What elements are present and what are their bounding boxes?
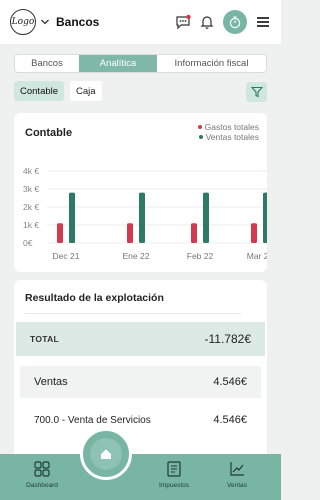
y-tick-label: 1k € [23,220,39,230]
nav-dashboard-label: Dashboard [26,482,58,489]
results-title: Resultado de la explotación [25,292,164,304]
tab-bancos[interactable]: Bancos [15,55,79,72]
bar-ventas[interactable] [203,192,209,243]
divider [25,313,241,314]
x-tick-label: Feb 22 [187,251,214,261]
nav-impuestos[interactable]: Impuestos [144,460,204,489]
chevron-down-icon[interactable] [40,17,50,27]
x-tick-label: Ene 22 [123,251,150,261]
bar-chart: 4k € 3k € 2k € 1k € 0€ Dec 21 Ene 22 Feb 22 Mar … [23,166,267,261]
chat-icon[interactable] [175,14,191,30]
y-tick-label: 4k € [23,166,39,176]
fab-inner [90,438,122,470]
view-toggle: Contable Caja [14,81,102,101]
bar-gastos[interactable] [191,223,197,243]
nav-impuestos-label: Impuestos [159,482,189,489]
bar-gastos[interactable] [251,223,257,243]
app-header: Logo Bancos [0,0,281,44]
page-title: Bancos [56,15,100,29]
bar-ventas[interactable] [263,192,267,243]
nav-dashboard[interactable]: Dashboard [12,460,72,489]
subtab-contable[interactable]: Contable [14,81,65,101]
timer-button[interactable] [223,10,247,34]
ventas-value: 4.546€ [213,376,247,388]
total-label: TOTAL [30,334,60,344]
bar-ventas[interactable] [69,192,75,243]
subtab-caja[interactable]: Caja [70,81,102,101]
x-tick-label: Mar 22 [247,251,267,261]
total-value: -11.782€ [204,332,251,346]
filter-button[interactable] [246,82,267,102]
tab-informacion-fiscal[interactable]: Información fiscal [157,55,266,72]
ventas-row[interactable]: Ventas 4.546€ [20,366,261,398]
account-value: 4.546€ [213,414,247,426]
bar-gastos[interactable] [57,223,63,243]
bar-ventas[interactable] [139,192,145,243]
tax-document-icon [167,461,181,477]
bar-gastos[interactable] [127,223,133,243]
filter-icon [250,86,263,98]
y-tick-label: 0€ [23,238,33,248]
nav-ventas[interactable]: Ventas [207,460,267,489]
bottom-nav: Dashboard Impuestos Ventas [0,454,281,500]
ventas-label: Ventas [34,376,68,388]
add-button[interactable] [80,428,132,480]
total-row: TOTAL -11.782€ [16,322,265,356]
y-tick-label: 3k € [23,184,39,194]
logo[interactable]: Logo [10,9,36,35]
sales-chart-icon [230,462,244,476]
bell-icon[interactable] [199,14,215,30]
dashboard-icon [34,461,50,477]
timer-icon [229,16,241,29]
account-label: 700.0 - Venta de Servicios [34,414,151,426]
x-tick-label: Dec 21 [53,251,80,261]
section-tabs: Bancos Analítica Información fiscal [14,54,267,73]
chart-card: Contable Gastos totales Ventas totales 4… [14,113,267,272]
home-icon [101,449,111,459]
menu-icon[interactable] [255,14,271,30]
tab-analitica[interactable]: Analítica [79,55,157,72]
account-row[interactable]: 700.0 - Venta de Servicios 4.546€ [20,408,261,432]
y-tick-label: 2k € [23,202,39,212]
nav-ventas-label: Ventas [227,482,247,489]
